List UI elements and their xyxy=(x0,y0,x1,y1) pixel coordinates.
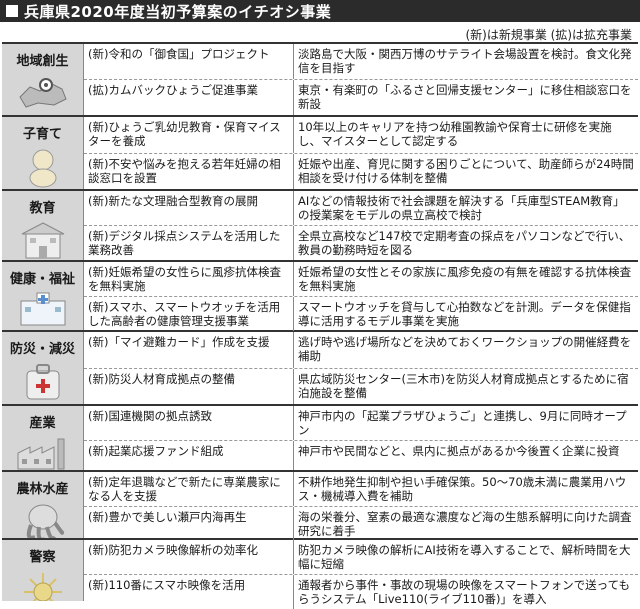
hospital-icon xyxy=(15,287,71,330)
table-row: (新)定年退職などで新たに専業農家になる人を支援 不耕作地発生抑制や担い手確保策。… xyxy=(84,472,638,507)
project-name: (新)デジタル採点システムを活用した業務改善 xyxy=(84,226,294,260)
project-description: 妊娠希望の女性とその家族に風疹免疫の有無を確認する抗体検査を無料実施 xyxy=(298,265,632,293)
emergency-bag-icon xyxy=(21,357,65,404)
category-cell: 教育 xyxy=(2,191,84,260)
table-row: (新)110番にスマホ映像を活用 通報者から事件・事故の現場の映像をスマートフォン… xyxy=(84,575,638,609)
category-cell: 健康・福祉 xyxy=(2,262,84,330)
legend-note: (新)は新規事業 (拡)は拡充事業 xyxy=(465,28,632,42)
project-description: 妊娠や出産、育児に関する困りごとについて、助産師らが24時間相談を受け付ける体制… xyxy=(298,156,634,185)
section: 産業 (新)国連機関の拠点誘致 神戸市内の「起業プラザひょうご」と連携し、9月に同時… xyxy=(2,406,638,472)
project-description: 神戸市や民間などと、県内に拠点があるか今後置く企業に投資 xyxy=(298,444,620,458)
project-name: (新)防災人材育成拠点の整備 xyxy=(84,368,294,404)
project-description: 東京・有楽町の「ふるさと回帰支援センター」に移住相談窓口を新設 xyxy=(298,83,632,111)
table-row: (新)ひょうご乳幼児教育・保育マイスターを養成 10年以上のキャリアを持つ幼稚園教… xyxy=(84,117,638,154)
table-row: (新)デジタル採点システムを活用した業務改善 全県立高校など147校で定期考査の採… xyxy=(84,226,638,260)
project-description: 逃げ時や逃げ場所などを決めておくワークショップの開催経費を補助 xyxy=(298,335,632,363)
project-description: 全県立高校など147校で定期考査の採点をパソコンなどで行い、教員の勤務時短を図る xyxy=(298,229,631,257)
category-name: 地域創生 xyxy=(16,54,69,69)
table-row: (新)令和の「御食国」プロジェクト 淡路島で大阪・関西万博のサテライト会場設置を検… xyxy=(84,44,638,80)
category-cell: 防災・減災 xyxy=(2,332,84,404)
section: 地域創生 (新)令和の「御食国」プロジェクト 淡路島で大阪・関西万博のサテライト会場… xyxy=(2,44,638,117)
project-description: 県広域防災センター(三木市)を防災人材育成拠点とするために宿泊施設を整備 xyxy=(298,371,629,400)
budget-table: 地域創生 (新)令和の「御食国」プロジェクト 淡路島で大阪・関西万博のサテライト会場… xyxy=(2,42,638,609)
octopus-icon xyxy=(15,497,71,538)
table-row: (新)起業応援ファンド組成 神戸市や民間などと、県内に拠点があるか今後置く企業に投… xyxy=(84,441,638,470)
baby-icon xyxy=(20,142,66,189)
project-name: (新)新たな文理融合型教育の展開 xyxy=(84,191,294,225)
project-description: 通報者から事件・事故の現場の映像をスマートフォンで送ってもらうシステム「Live… xyxy=(298,578,631,606)
table-row: (新)防犯カメラ映像解析の効率化 防犯カメラ映像の解析にAI技術を導入することで、… xyxy=(84,540,638,575)
project-description: 不耕作地発生抑制や担い手確保策。50〜70歳未満に農業用ハウス・機械導入費を補助 xyxy=(298,475,627,503)
map-pin-icon xyxy=(16,69,70,115)
title-square-icon xyxy=(6,5,18,17)
project-name: (新)定年退職などで新たに専業農家になる人を支援 xyxy=(84,472,294,506)
project-name: (新)妊娠希望の女性らに風疹抗体検査を無料実施 xyxy=(84,262,294,296)
factory-icon xyxy=(14,431,72,470)
table-row: (新)国連機関の拠点誘致 神戸市内の「起業プラザひょうご」と連携し、9月に同時オー… xyxy=(84,406,638,441)
category-name: 防災・減災 xyxy=(9,342,75,357)
title-bar: 兵庫県2020年度当初予算案のイチオシ事業 xyxy=(0,0,640,22)
project-name: (新)令和の「御食国」プロジェクト xyxy=(84,44,294,79)
project-name: (新)起業応援ファンド組成 xyxy=(84,441,294,470)
table-row: (新)「マイ避難カード」作成を支援 逃げ時や逃げ場所などを決めておくワークショップ… xyxy=(84,332,638,369)
table-row: (新)妊娠希望の女性らに風疹抗体検査を無料実施 妊娠希望の女性とその家族に風疹免疫… xyxy=(84,262,638,297)
project-name: (新)不安や悩みを抱える若年妊婦の相談窓口を設置 xyxy=(84,153,294,189)
project-description: 10年以上のキャリアを持つ幼稚園教諭や保育士に研修を実施し、マイスターとして認定… xyxy=(298,120,612,148)
category-cell: 産業 xyxy=(2,406,84,470)
section: 教育 (新)新たな文理融合型教育の展開 AIなどの情報技術で社会課題を解決する「兵庫… xyxy=(2,191,638,262)
table-row: (新)防災人材育成拠点の整備 県広域防災センター(三木市)を防災人材育成拠点とする… xyxy=(84,368,638,404)
project-description: 海の栄養分、窒素の最適な濃度など海の生態系解明に向けた調査研究に着手 xyxy=(298,510,632,538)
category-name: 子育て xyxy=(22,127,62,142)
category-name: 警察 xyxy=(29,550,56,565)
table-row: (新)新たな文理融合型教育の展開 AIなどの情報技術で社会課題を解決する「兵庫型S… xyxy=(84,191,638,226)
project-description: 淡路島で大阪・関西万博のサテライト会場設置を検討。食文化発信を目指す xyxy=(298,47,632,75)
table-row: (新)スマホ、スマートウオッチを活用した高齢者の健康管理支援事業 スマートウオッチ… xyxy=(84,297,638,331)
project-name: (新)「マイ避難カード」作成を支援 xyxy=(84,332,294,368)
section: 子育て (新)ひょうご乳幼児教育・保育マイスターを養成 10年以上のキャリアを持つ幼… xyxy=(2,117,638,191)
section: 警察 (新)防犯カメラ映像解析の効率化 防犯カメラ映像の解析にAI技術を導入すること… xyxy=(2,540,638,609)
category-name: 教育 xyxy=(29,201,56,216)
section: 健康・福祉 (新)妊娠希望の女性らに風疹抗体検査を無料実施 妊娠希望の女性とその家族… xyxy=(2,262,638,332)
category-name: 健康・福祉 xyxy=(9,272,75,287)
police-badge-icon xyxy=(20,565,66,601)
section: 防災・減災 (新)「マイ避難カード」作成を支援 逃げ時や逃げ場所などを決めておくワー… xyxy=(2,332,638,406)
project-name: (新)豊かで美しい瀬戸内海再生 xyxy=(84,507,294,541)
table-row: (新)豊かで美しい瀬戸内海再生 海の栄養分、窒素の最適な濃度など海の生態系解明に向… xyxy=(84,507,638,541)
table-row: (新)不安や悩みを抱える若年妊婦の相談窓口を設置 妊娠や出産、育児に関する困りごと… xyxy=(84,153,638,189)
project-description: 防犯カメラ映像の解析にAI技術を導入することで、解析時間を大幅に短縮 xyxy=(298,543,631,571)
category-cell: 子育て xyxy=(2,117,84,189)
project-name: (拡)カムバックひょうご促進事業 xyxy=(84,80,294,115)
project-name: (新)国連機関の拠点誘致 xyxy=(84,406,294,440)
page-title: 兵庫県2020年度当初予算案のイチオシ事業 xyxy=(24,2,332,21)
project-name: (新)スマホ、スマートウオッチを活用した高齢者の健康管理支援事業 xyxy=(84,297,294,331)
category-name: 産業 xyxy=(29,416,56,431)
project-name: (新)110番にスマホ映像を活用 xyxy=(84,575,294,609)
section: 農林水産 (新)定年退職などで新たに専業農家になる人を支援 不耕作地発生抑制や担い手… xyxy=(2,472,638,541)
table-row: (拡)カムバックひょうご促進事業 東京・有楽町の「ふるさと回帰支援センター」に移住… xyxy=(84,80,638,115)
category-cell: 農林水産 xyxy=(2,472,84,538)
project-description: 神戸市内の「起業プラザひょうご」と連携し、9月に同時オープン xyxy=(298,409,627,437)
category-cell: 地域創生 xyxy=(2,44,84,115)
project-name: (新)ひょうご乳幼児教育・保育マイスターを養成 xyxy=(84,117,294,153)
category-cell: 警察 xyxy=(2,540,84,601)
school-building-icon xyxy=(18,216,68,260)
project-name: (新)防犯カメラ映像解析の効率化 xyxy=(84,540,294,574)
project-description: スマートウオッチを貸与して心拍数などを計測。データを保健指導に活用するモデル事業… xyxy=(298,300,631,328)
project-description: AIなどの情報技術で社会課題を解決する「兵庫型STEAM教育」の授業案をモデルの… xyxy=(298,194,625,222)
category-name: 農林水産 xyxy=(16,482,69,497)
